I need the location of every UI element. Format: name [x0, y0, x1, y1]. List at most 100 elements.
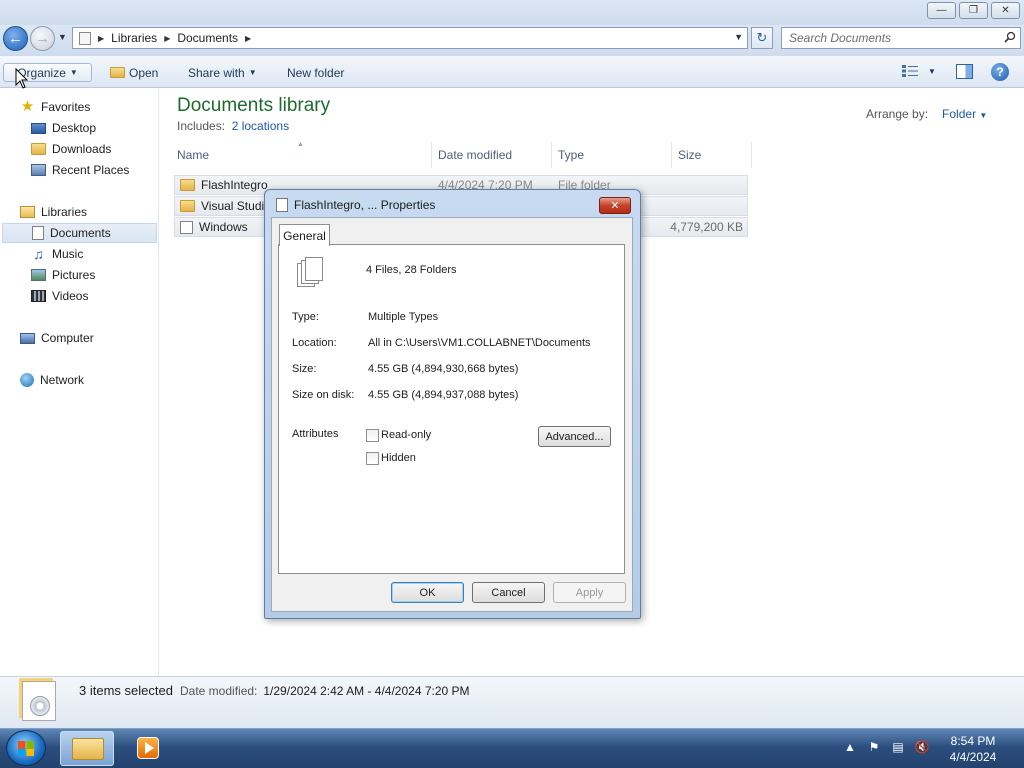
search-box[interactable]	[781, 27, 1021, 49]
location-icon	[79, 31, 91, 45]
folder-icon	[180, 179, 195, 191]
back-arrow-icon[interactable]: ←	[3, 26, 28, 51]
help-icon[interactable]: ?	[991, 63, 1009, 81]
sidebar-item-label: Favorites	[41, 100, 91, 114]
show-hidden-icons-icon[interactable]: ▲	[843, 740, 857, 754]
breadcrumb-separator-icon[interactable]: ▶	[164, 34, 170, 43]
computer-icon	[20, 332, 35, 344]
window-titlebar: — ❐ ✕	[0, 0, 1024, 25]
volume-muted-icon[interactable]: 🔇	[915, 740, 930, 754]
sidebar-item-computer[interactable]: Computer	[20, 328, 177, 348]
windows-logo-icon-lower	[18, 749, 34, 756]
change-view-icon[interactable]	[902, 65, 918, 77]
sidebar-item-label: Libraries	[41, 205, 88, 219]
dialog-title: FlashIntegro, ... Properties	[294, 198, 436, 212]
size-label: Size:	[292, 363, 317, 375]
media-player-icon	[137, 737, 159, 759]
share-with-button[interactable]: Share with ▼	[182, 63, 263, 82]
breadcrumb-documents[interactable]: Documents	[177, 31, 238, 45]
read-only-label[interactable]: Read-only	[381, 429, 431, 441]
address-dropdown-icon[interactable]: ▼	[734, 32, 743, 42]
read-only-checkbox[interactable]	[366, 429, 379, 442]
pictures-icon	[31, 269, 46, 281]
column-header-date-modified[interactable]: Date modified	[432, 142, 552, 168]
mouse-cursor-icon	[15, 68, 29, 89]
explorer-folder-icon	[72, 738, 104, 760]
restore-icon[interactable]: ❐	[959, 2, 988, 19]
arrange-by: Arrange by: Folder ▼	[866, 107, 987, 121]
date-modified-label: Date modified:	[180, 684, 258, 698]
clock-time: 8:54 PM	[950, 734, 996, 748]
preview-pane-icon[interactable]	[956, 64, 973, 79]
column-header-type[interactable]: Type	[552, 142, 672, 168]
locations-link[interactable]: 2 locations	[232, 119, 289, 133]
arrange-by-dropdown[interactable]: Folder ▼	[942, 107, 987, 121]
library-includes: Includes: 2 locations	[177, 119, 289, 133]
type-label: Type:	[292, 311, 319, 323]
sidebar-item-label: Pictures	[52, 268, 96, 282]
arrange-by-label: Arrange by:	[866, 107, 929, 121]
system-tray: ▲ ⚑ ▤ 🔇	[843, 740, 929, 754]
divider	[292, 415, 610, 416]
new-folder-button[interactable]: New folder	[281, 63, 350, 82]
taskbar-media-player[interactable]	[133, 731, 167, 766]
minimize-icon[interactable]: —	[927, 2, 956, 19]
open-folder-icon	[110, 67, 125, 78]
disk-image-file-icon	[180, 220, 193, 234]
advanced-button[interactable]: Advanced...	[538, 426, 611, 447]
close-icon[interactable]: ✕	[991, 2, 1020, 19]
sidebar-item-network[interactable]: Network	[20, 370, 177, 390]
size-on-disk-value: 4.55 GB (4,894,937,088 bytes)	[368, 389, 519, 401]
sidebar-item-label: Network	[40, 373, 85, 387]
files-folders-summary: 4 Files, 28 Folders	[366, 264, 457, 276]
network-tray-icon[interactable]: ▤	[891, 740, 905, 754]
search-icon[interactable]	[1004, 31, 1016, 43]
ok-button[interactable]: OK	[391, 582, 464, 603]
multiple-files-icon	[297, 257, 323, 289]
sidebar-item-label: Music	[52, 247, 84, 261]
file-size: 4,779,200 KB	[670, 220, 743, 234]
breadcrumb-libraries[interactable]: Libraries	[111, 31, 157, 45]
column-header-name[interactable]: Name	[171, 142, 432, 168]
size-on-disk-label: Size on disk:	[292, 389, 355, 401]
sidebar-item-label: Downloads	[52, 142, 112, 156]
new-folder-label: New folder	[287, 65, 345, 80]
refresh-icon[interactable]: ↻	[751, 27, 773, 49]
search-input[interactable]	[782, 28, 992, 48]
navigation-bar: ← → ▼ ▶ Libraries ▶ Documents ▶ ▼ ↻	[0, 25, 1024, 56]
command-bar: Organize ▼ Open Share with ▼ New folder	[0, 56, 1024, 88]
type-value: Multiple Types	[368, 311, 439, 323]
library-title: Documents library	[177, 95, 331, 116]
sidebar-item-label: Computer	[41, 331, 94, 345]
general-tab-panel	[278, 244, 625, 574]
dialog-close-icon[interactable]: ✕	[599, 197, 631, 214]
open-button[interactable]: Open	[104, 63, 164, 82]
cancel-button[interactable]: Cancel	[472, 582, 545, 603]
sidebar-item-libraries[interactable]: Libraries	[20, 202, 177, 222]
recent-places-icon	[31, 164, 46, 176]
forward-arrow-icon[interactable]: →	[30, 26, 55, 51]
sidebar-item-documents[interactable]: Documents	[2, 223, 157, 243]
desktop-icon	[31, 122, 46, 134]
tab-general[interactable]: General	[279, 224, 330, 246]
downloads-folder-icon	[31, 143, 46, 155]
breadcrumb-separator-icon[interactable]: ▶	[98, 34, 104, 43]
date-modified-value: 1/29/2024 2:42 AM - 4/4/2024 7:20 PM	[263, 684, 470, 698]
hidden-label[interactable]: Hidden	[381, 452, 416, 464]
breadcrumb-separator-icon[interactable]: ▶	[245, 34, 251, 43]
column-header-size[interactable]: Size	[672, 142, 752, 168]
hidden-checkbox[interactable]	[366, 452, 379, 465]
chevron-down-icon: ▼	[979, 111, 988, 120]
star-icon: ★	[20, 98, 35, 115]
recent-pages-chevron-icon[interactable]: ▼	[58, 32, 67, 42]
arrange-by-value: Folder	[942, 107, 977, 121]
clock-date: 4/4/2024	[949, 750, 997, 764]
network-globe-icon	[20, 373, 34, 387]
clock[interactable]: 8:54 PM 4/4/2024	[940, 733, 1006, 765]
share-with-label: Share with	[188, 65, 245, 80]
taskbar-windows-explorer[interactable]	[60, 731, 114, 766]
sidebar-item-favorites[interactable]: ★ Favorites	[20, 97, 177, 117]
action-center-flag-icon[interactable]: ⚑	[867, 740, 881, 754]
view-options-chevron-icon[interactable]: ▼	[928, 67, 936, 76]
address-bar[interactable]: ▶ Libraries ▶ Documents ▶ ▼	[72, 27, 748, 49]
